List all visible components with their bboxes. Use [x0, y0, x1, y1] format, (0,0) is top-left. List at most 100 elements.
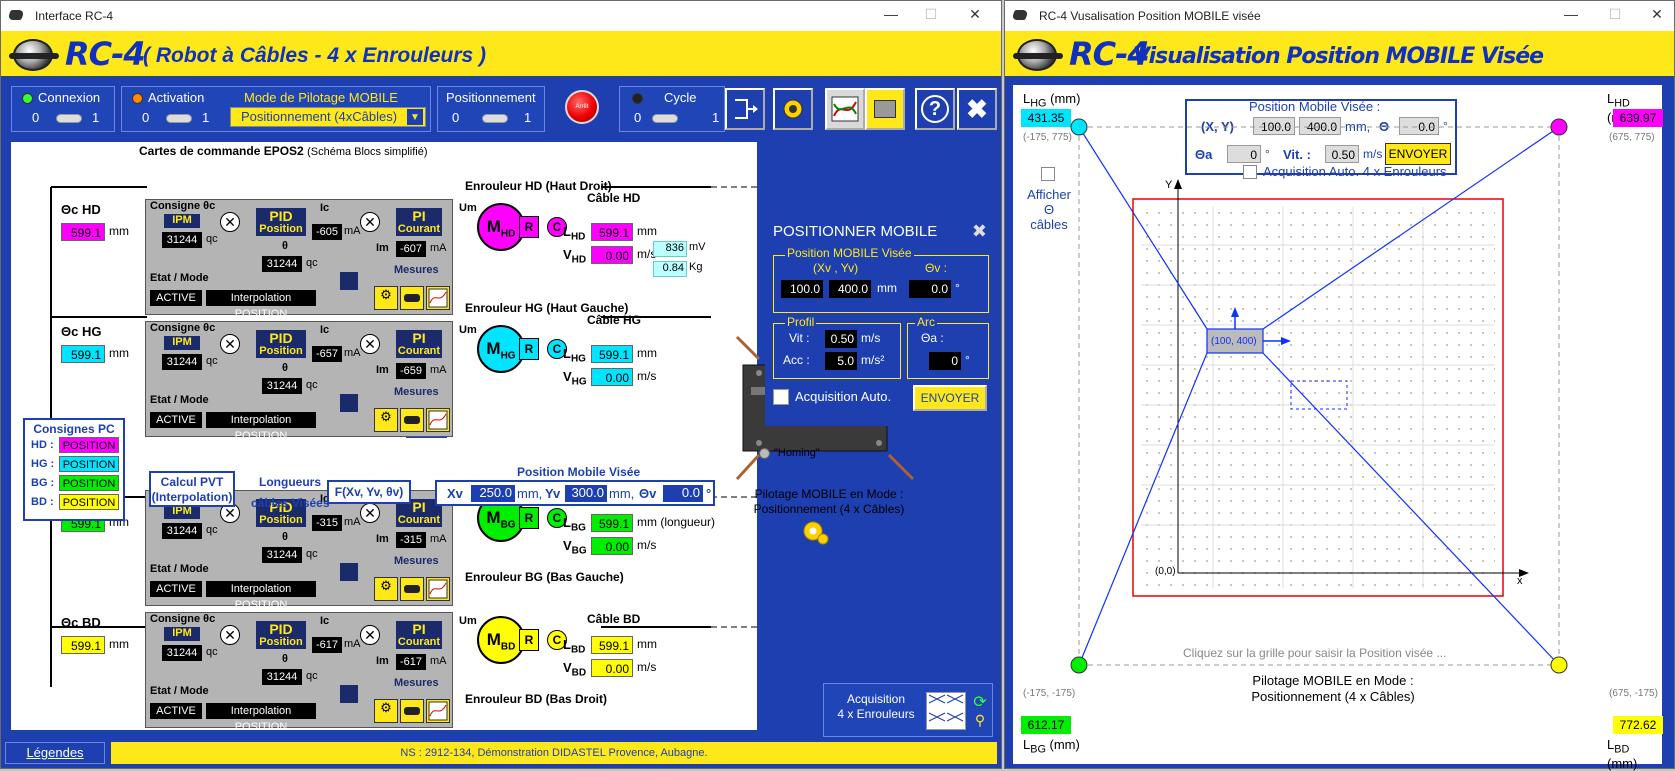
refresh-icon[interactable]: ⟳ [970, 692, 990, 711]
acq-auto-checkbox[interactable] [773, 389, 789, 405]
cycle-led-icon [632, 93, 643, 104]
settings-button[interactable] [773, 88, 813, 130]
pid-box: PID Position [256, 330, 306, 358]
chart-icon [428, 410, 448, 430]
qc2-unit: qc [306, 548, 318, 560]
qc2-unit: qc [306, 670, 318, 682]
exit-button[interactable]: ✖ [957, 88, 997, 130]
xv-unit: mm, [517, 486, 543, 501]
acc-input[interactable]: 5.0 [825, 352, 857, 370]
app-header-2: RC-4 Visualisation Position MOBILE Visée [1005, 31, 1674, 79]
mode-label: Mode de Pilotage MOBILE [244, 90, 398, 105]
title-bar: Interface RC-4 — ☐ ✕ [1, 1, 1001, 31]
fx-label: F(Xv, Yv, θv) [334, 485, 404, 499]
motor-circle: MBD [477, 616, 525, 664]
cycle-group: Cycle 0 1 [619, 86, 725, 132]
motor-icon [404, 416, 420, 424]
maximize-button[interactable]: ☐ [921, 6, 941, 23]
connexion-switch[interactable] [56, 114, 82, 123]
cycle-label: Cycle [664, 90, 697, 105]
consigne-pc-row: HG : POSITION [25, 455, 123, 474]
cables-svg [1070, 118, 1568, 674]
app-header: RC-4 ( Robot à Câbles - 4 x Enrouleurs ) [1, 31, 1001, 79]
qc-unit: qc [206, 233, 218, 245]
im-unit: mA [430, 655, 447, 667]
sum-junction-icon: ✕ [360, 212, 380, 232]
side-x-input[interactable]: 100.0 [781, 280, 823, 298]
close-button[interactable]: ✕ [1647, 6, 1667, 23]
epos2-block: Consigne θc IPM 31244 qc ✕ PIDPosition I… [145, 321, 453, 442]
side-y-input[interactable]: 400.0 [829, 280, 871, 298]
panel-button[interactable] [865, 88, 905, 130]
wrench-button[interactable]: ⚙ [374, 286, 398, 310]
motor-button[interactable] [400, 699, 424, 723]
chevron-down-icon[interactable]: ▼ [407, 109, 423, 125]
vit-input[interactable]: 0.50 [825, 330, 857, 348]
wrench-button[interactable]: ⚙ [374, 699, 398, 723]
cp-key: HG : [31, 458, 55, 470]
activation-switch[interactable] [166, 114, 192, 123]
speed-value: 0.00 [591, 368, 633, 386]
envoyer-button[interactable]: ENVOYER [913, 385, 987, 411]
motor-circle: MHD [477, 203, 525, 251]
mode-select[interactable]: Positionnement (4xCâbles) ▼ [230, 107, 426, 127]
minimize-button[interactable]: — [881, 6, 901, 22]
emergency-stop-button[interactable]: Arrêt [565, 90, 599, 124]
motor-button[interactable] [400, 408, 424, 432]
curve-button[interactable] [426, 408, 450, 432]
l-label: LHG [563, 346, 586, 365]
ipm-box: IPM [164, 505, 200, 519]
close-button[interactable]: ✕ [965, 6, 985, 23]
app-name: RC-4 [65, 35, 146, 73]
cycle-switch[interactable] [652, 114, 678, 123]
motor-button[interactable] [400, 577, 424, 601]
curve-button[interactable] [426, 699, 450, 723]
ic-label: Ic [320, 615, 330, 627]
acq-chart-button[interactable] [926, 692, 966, 730]
reducer-box: R [519, 338, 539, 360]
curve-button[interactable] [426, 577, 450, 601]
wrench-button[interactable]: ⚙ [374, 408, 398, 432]
legendes-button[interactable]: Légendes [5, 742, 105, 764]
qc2-value: 31244 [262, 547, 302, 563]
curves-button[interactable] [825, 88, 865, 130]
help-button[interactable]: ? [915, 88, 955, 130]
tv-value: 0.0 [663, 485, 703, 502]
consignes-pc-list: HD : POSITION HG : POSITION BG : POSITION BD :… [25, 436, 123, 512]
qc-value: 31244 [162, 232, 202, 248]
mesures-label: Mesures [394, 264, 439, 276]
acq-auto-label: Acquisition Auto. [795, 389, 892, 404]
motor-icon [404, 585, 420, 593]
search-icon[interactable]: ⚲ [970, 712, 990, 730]
side-t-input[interactable]: 0.0 [909, 280, 951, 298]
minimize-button[interactable]: — [1561, 6, 1581, 22]
theta-c-label: Θc BD [61, 615, 101, 630]
diagram-button[interactable] [725, 88, 765, 130]
theta-label: θ [282, 240, 288, 252]
close-icon[interactable]: ✖ [972, 221, 987, 242]
ta-input[interactable]: 0 [929, 352, 961, 370]
sum-junction-icon: ✕ [360, 503, 380, 523]
speed-value: 0.00 [591, 246, 633, 264]
consigne-pc-row: BD : POSITION [25, 493, 123, 512]
curve-button[interactable] [426, 286, 450, 310]
maximize-button[interactable]: ☐ [1605, 6, 1625, 23]
main-area: Connexion 0 1 Activation 0 1 Mode de Pil… [1, 79, 1001, 768]
wrench-button[interactable]: ⚙ [374, 577, 398, 601]
l-label: LBD [563, 637, 586, 656]
ipm-box: IPM [164, 214, 200, 228]
ipm-box: IPM [164, 336, 200, 350]
motor-icon [404, 294, 420, 302]
positionnement-switch[interactable] [482, 114, 508, 123]
viz-panel[interactable]: LHG (mm) 431.35 (-175, 775) LHD (mm) 639… [1013, 85, 1663, 771]
longueurs-label: Longueurs [259, 475, 321, 489]
motor-button[interactable] [400, 286, 424, 310]
theta-c-value: 599.1 [61, 345, 105, 363]
connexion-label: Connexion [38, 90, 101, 105]
qc-unit: qc [206, 524, 218, 536]
positionnement-group: Positionnement 0 1 [437, 86, 545, 132]
im-label: Im [376, 364, 389, 376]
yv-unit: mm, [609, 486, 635, 501]
qc-unit: qc [206, 355, 218, 367]
ta-unit: ° [965, 353, 970, 367]
